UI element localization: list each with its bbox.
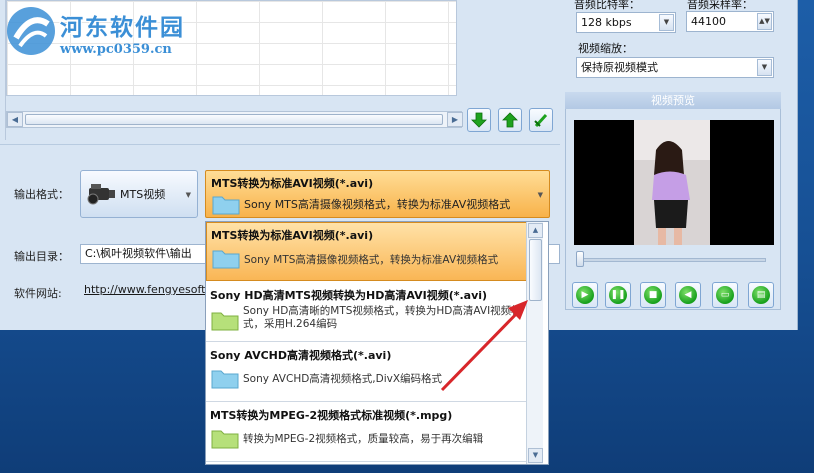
video-scale-label: 视频缩放： bbox=[578, 42, 633, 55]
watermark-name: 河东软件园 bbox=[60, 14, 185, 41]
annotation-arrow-icon bbox=[440, 300, 528, 392]
selected-format-desc: Sony MTS高清摄像视频格式，转换为标准AV视频格式 bbox=[244, 198, 511, 211]
playback-slider-track[interactable] bbox=[578, 258, 766, 262]
chevron-down-icon: ▼ bbox=[185, 191, 191, 199]
snapshot-button[interactable]: ▭ bbox=[712, 282, 738, 308]
list-item-title: Sony AVCHD高清视频格式(*.avi) bbox=[210, 349, 392, 362]
format-select[interactable]: MTS转换为标准AVI视频(*.avi) Sony MTS高清摄像视频格式，转换… bbox=[205, 170, 550, 218]
folder-icon bbox=[211, 312, 239, 331]
move-down-button[interactable] bbox=[467, 108, 491, 132]
watermark-logo: 河东软件园 www.pc0359.cn bbox=[0, 0, 230, 64]
video-scale-value: 保持原视频模式 bbox=[581, 61, 658, 74]
move-up-button[interactable] bbox=[498, 108, 522, 132]
screen-icon: ▭ bbox=[716, 286, 734, 304]
play-icon: ▶ bbox=[576, 286, 594, 304]
list-item-desc: Sony MTS高清摄像视频格式，转换为标准AV视频格式 bbox=[244, 254, 499, 266]
scroll-right-arrow-icon[interactable]: ▶ bbox=[447, 112, 463, 127]
chevron-down-icon[interactable]: ▼ bbox=[659, 14, 674, 31]
stop-icon: ■ bbox=[644, 286, 662, 304]
stop-button[interactable]: ■ bbox=[640, 282, 666, 308]
file-list-hscrollbar[interactable]: ◀ ▶ bbox=[6, 111, 463, 128]
audio-bitrate-value: 128 kbps bbox=[581, 16, 632, 29]
play-button[interactable]: ▶ bbox=[572, 282, 598, 308]
video-preview bbox=[574, 120, 774, 245]
arrow-up-icon bbox=[502, 112, 518, 128]
list-item-title: MTS转换为标准AVI视频(*.avi) bbox=[211, 229, 374, 242]
open-folder-button[interactable]: ▤ bbox=[748, 282, 774, 308]
folder-icon bbox=[211, 430, 239, 449]
site-logo-icon bbox=[7, 7, 55, 55]
output-dir-input[interactable]: C:\枫叶视频软件\输出 bbox=[80, 244, 206, 264]
selected-format-title: MTS转换为标准AVI视频(*.avi) bbox=[211, 177, 374, 190]
preview-title: 视频预览 bbox=[565, 92, 781, 109]
website-link[interactable]: http://www.fengyesoft.c bbox=[84, 283, 215, 296]
format-category-label: MTS视频 bbox=[120, 188, 166, 201]
section-divider bbox=[0, 144, 560, 145]
scroll-down-arrow-icon[interactable]: ▼ bbox=[528, 448, 543, 463]
chevron-down-icon: ▼ bbox=[537, 191, 543, 199]
arrow-down-icon bbox=[471, 112, 487, 128]
output-dir-label: 输出目录： bbox=[14, 250, 69, 263]
website-label: 软件网站: bbox=[14, 287, 62, 300]
list-item-desc: 转换为MPEG-2视频格式，质量较高，易于再次编辑 bbox=[243, 433, 484, 445]
audio-samplerate-select[interactable]: 44100 ▲▼ bbox=[686, 11, 774, 32]
brush-clear-icon bbox=[534, 113, 548, 128]
output-format-label: 输出格式： bbox=[14, 188, 69, 201]
format-category-button[interactable]: MTS视频 ▼ bbox=[80, 170, 198, 218]
audio-bitrate-select[interactable]: 128 kbps ▼ bbox=[576, 12, 676, 33]
folder-icon bbox=[212, 196, 240, 215]
spinner-icon[interactable]: ▲▼ bbox=[757, 13, 772, 30]
scroll-left-arrow-icon[interactable]: ◀ bbox=[7, 112, 23, 127]
audio-bitrate-label: 音频比特率： bbox=[574, 0, 640, 11]
folder-icon bbox=[211, 370, 239, 389]
list-item[interactable]: MTS转换为标准AVI视频(*.avi) Sony MTS高清摄像视频格式，转换… bbox=[206, 222, 530, 281]
list-item[interactable]: MTS转换为MPEG-2视频格式标准视频(*.mpg) 转换为MPEG-2视频格… bbox=[206, 403, 530, 462]
playback-slider-knob[interactable] bbox=[576, 251, 584, 267]
video-camera-icon bbox=[85, 179, 117, 209]
volume-button[interactable]: ◀ bbox=[675, 282, 701, 308]
scroll-up-arrow-icon[interactable]: ▲ bbox=[528, 223, 543, 238]
folder-icon bbox=[212, 250, 240, 269]
pause-icon: ❚❚ bbox=[609, 286, 627, 304]
watermark-url: www.pc0359.cn bbox=[60, 42, 172, 57]
list-item-title: MTS转换为MPEG-2视频格式标准视频(*.mpg) bbox=[210, 409, 453, 422]
chevron-down-icon[interactable]: ▼ bbox=[757, 59, 772, 76]
folder-icon: ▤ bbox=[752, 286, 770, 304]
clear-list-button[interactable] bbox=[529, 108, 553, 132]
pause-button[interactable]: ❚❚ bbox=[605, 282, 631, 308]
video-scale-select[interactable]: 保持原视频模式 ▼ bbox=[576, 57, 774, 78]
video-frame-image bbox=[574, 120, 774, 245]
speaker-icon: ◀ bbox=[679, 286, 697, 304]
audio-samplerate-value: 44100 bbox=[691, 15, 726, 28]
hscroll-thumb[interactable] bbox=[25, 114, 443, 125]
